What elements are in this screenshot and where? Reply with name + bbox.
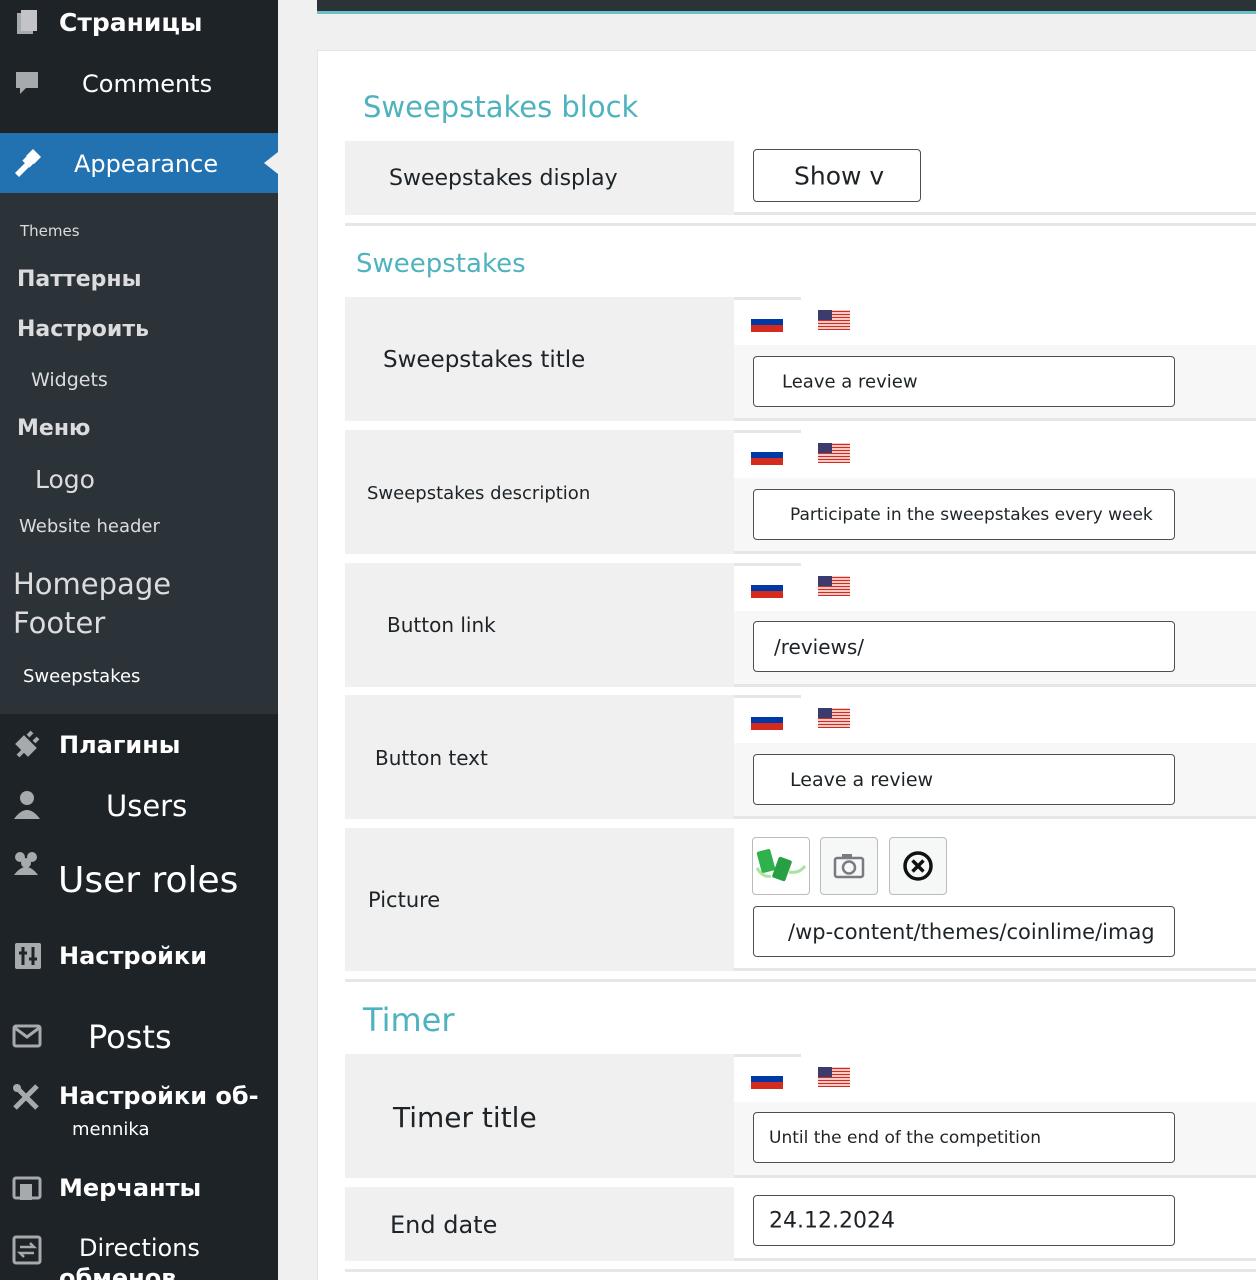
divider	[345, 223, 1256, 226]
sweepstakes-display-select[interactable]: Show v	[753, 149, 921, 202]
row-sweepstakes-description: Sweepstakes description Participate in t…	[345, 430, 1256, 554]
row-sweepstakes-title: Sweepstakes title Leave a review	[345, 297, 1256, 421]
users-icon	[14, 791, 40, 819]
upload-image-button[interactable]	[820, 837, 878, 895]
label-sweepstakes-description: Sweepstakes description	[367, 483, 591, 504]
flag-usa-icon[interactable]	[818, 1067, 850, 1087]
section-title-sweepstakes-block: Sweepstakes block	[363, 90, 639, 124]
label-button-text: Button text	[375, 746, 488, 770]
row-button-link: Button link /reviews/	[345, 563, 1256, 687]
submenu-item-sweepstakes[interactable]: Sweepstakes	[23, 666, 140, 687]
menu-item-merchants[interactable]: Мерчанты	[59, 1174, 201, 1202]
end-date-input[interactable]: 24.12.2024	[753, 1195, 1175, 1246]
section-title-sweepstakes: Sweepstakes	[356, 249, 526, 279]
label-sweepstakes-title: Sweepstakes title	[383, 347, 586, 373]
appearance-label: Appearance	[74, 150, 219, 178]
menu-item-settings[interactable]: Настройки	[59, 942, 207, 970]
button-link-input[interactable]: /reviews/	[753, 621, 1175, 672]
label-button-link: Button link	[387, 613, 496, 637]
row-sweepstakes-display: Sweepstakes display Show v	[345, 141, 1256, 215]
label-picture: Picture	[368, 888, 441, 912]
row-button-text: Button text Leave a review	[345, 695, 1256, 819]
submenu-item-widgets[interactable]: Widgets	[31, 369, 108, 391]
submenu-item-website-header[interactable]: Website header	[19, 516, 160, 537]
submenu-item-patterns[interactable]: Паттерны	[17, 267, 142, 292]
remove-image-button[interactable]	[889, 837, 947, 895]
menu-item-appearance[interactable]: Appearance	[0, 133, 278, 193]
flag-russia-icon[interactable]	[751, 710, 783, 730]
picture-thumbnail[interactable]	[752, 837, 810, 895]
pages-icon	[17, 10, 37, 34]
submenu-item-menus[interactable]: Меню	[17, 416, 90, 441]
submenu-item-homepage[interactable]: Homepage	[13, 567, 171, 601]
label-sweepstakes-display: Sweepstakes display	[389, 166, 618, 191]
user-roles-icon	[14, 852, 38, 875]
money-image-icon	[755, 849, 807, 882]
active-arrow	[264, 152, 278, 174]
mail-icon	[12, 1024, 42, 1048]
menu-item-users[interactable]: Users	[106, 789, 187, 823]
merchants-icon	[12, 1176, 42, 1200]
section-title-timer: Timer	[363, 1001, 455, 1039]
flag-russia-icon[interactable]	[751, 578, 783, 598]
plugins-icon	[15, 730, 40, 758]
flag-usa-icon[interactable]	[818, 708, 850, 728]
submenu-item-footer[interactable]: Footer	[13, 606, 105, 640]
row-picture: Picture /wp-content/themes/coinlime/imag	[345, 828, 1256, 971]
timer-title-input[interactable]: Until the end of the competition	[753, 1112, 1175, 1163]
flag-russia-icon[interactable]	[751, 1069, 783, 1089]
menu-item-directions-line2: обменов	[59, 1264, 177, 1280]
submenu-item-logo[interactable]: Logo	[35, 465, 95, 494]
menu-item-plugins[interactable]: Плагины	[59, 731, 181, 759]
flag-russia-icon[interactable]	[751, 312, 783, 332]
admin-sidebar: Страницы Comments Appearance Themes Патт…	[0, 0, 278, 1280]
menu-item-exchange-settings[interactable]: Настройки об-	[59, 1082, 259, 1110]
directions-icon	[12, 1235, 42, 1265]
sweepstakes-description-input[interactable]: Participate in the sweepstakes every wee…	[753, 489, 1175, 540]
flag-usa-icon[interactable]	[818, 310, 850, 330]
label-end-date: End date	[390, 1211, 498, 1239]
close-circle-icon	[903, 851, 933, 881]
settings-icon	[15, 943, 41, 969]
menu-item-comments[interactable]: Comments	[82, 70, 212, 98]
menu-item-user-roles[interactable]: User roles	[58, 860, 238, 901]
row-end-date: End date 24.12.2024	[345, 1187, 1256, 1261]
row-timer-title: Timer title Until the end of the competi…	[345, 1054, 1256, 1178]
flag-russia-icon[interactable]	[751, 445, 783, 465]
brush-icon	[15, 149, 41, 177]
camera-icon	[833, 854, 865, 879]
flag-usa-icon[interactable]	[818, 576, 850, 596]
picture-path-input[interactable]: /wp-content/themes/coinlime/imag	[753, 906, 1175, 957]
menu-item-posts[interactable]: Posts	[88, 1018, 172, 1056]
divider	[345, 1269, 1256, 1272]
comments-icon	[16, 72, 38, 94]
label-timer-title: Timer title	[393, 1101, 537, 1134]
submenu-item-customize[interactable]: Настроить	[17, 317, 149, 342]
sweepstakes-title-input[interactable]: Leave a review	[753, 356, 1175, 407]
menu-item-exchange-settings-line2: mennika	[72, 1119, 150, 1140]
menu-item-pages[interactable]: Страницы	[59, 8, 203, 37]
tools-icon	[13, 1084, 39, 1110]
flag-usa-icon[interactable]	[818, 443, 850, 463]
button-text-input[interactable]: Leave a review	[753, 754, 1175, 805]
top-bar	[317, 0, 1256, 14]
divider	[345, 979, 1256, 982]
menu-item-directions[interactable]: Directions	[79, 1234, 200, 1262]
submenu-item-themes[interactable]: Themes	[20, 222, 80, 240]
